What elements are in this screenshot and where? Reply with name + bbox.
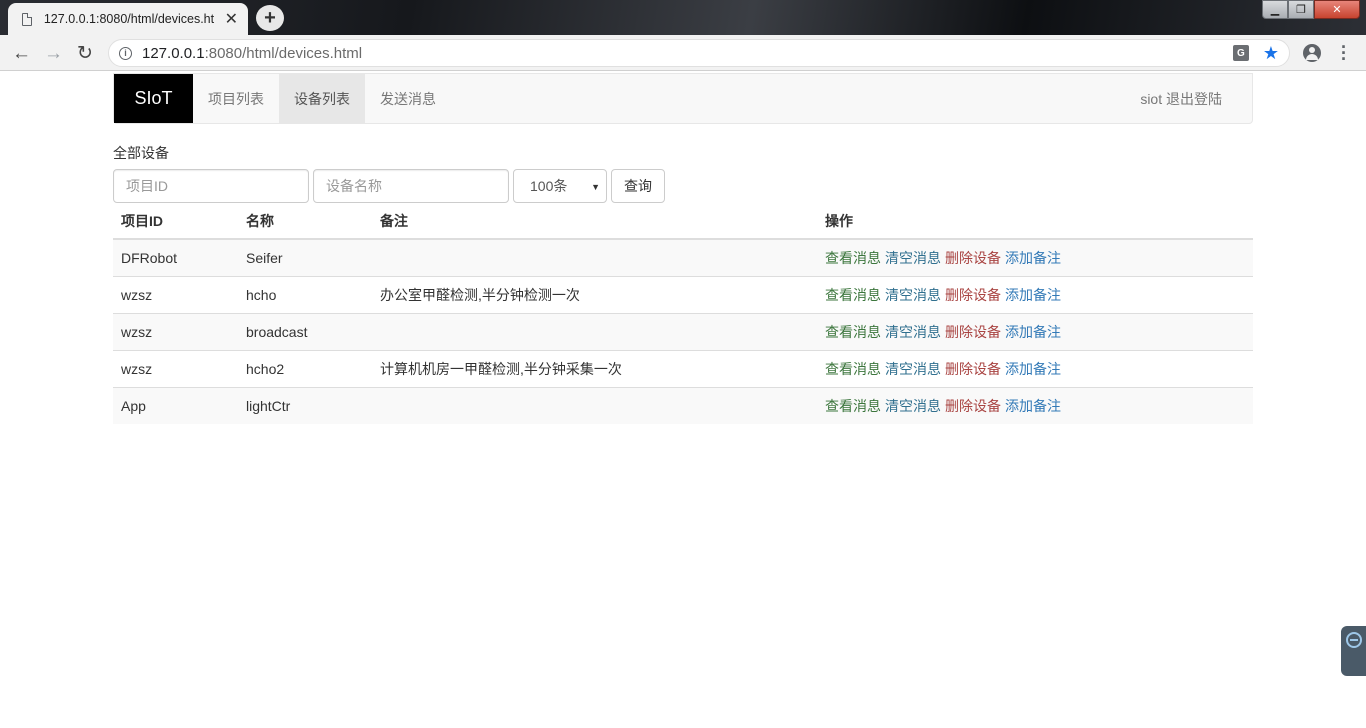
cell-actions: 查看消息 清空消息 删除设备 添加备注: [817, 386, 1253, 424]
add-note-link[interactable]: 添加备注: [1005, 361, 1061, 377]
reload-icon[interactable]: ↻: [77, 42, 93, 65]
limit-select-value: 100条: [530, 178, 568, 194]
cell-actions: 查看消息 清空消息 删除设备 添加备注: [817, 349, 1253, 387]
cell-note: [372, 238, 817, 276]
delete-device-link[interactable]: 删除设备: [945, 287, 1001, 303]
cell-note: 计算机机房一甲醛检测,半分钟采集一次: [372, 349, 817, 387]
nav-item-send-message[interactable]: 发送消息: [365, 74, 451, 123]
delete-device-link[interactable]: 删除设备: [945, 324, 1001, 340]
new-tab-button[interactable]: +: [256, 5, 284, 31]
cell-actions: 查看消息 清空消息 删除设备 添加备注: [817, 312, 1253, 350]
table-row: wzsz hcho2 计算机机房一甲醛检测,半分钟采集一次 查看消息 清空消息 删除设备添…: [113, 349, 1253, 387]
view-messages-link[interactable]: 查看消息: [825, 287, 881, 303]
dropdown-caret-icon: ▼: [591, 182, 600, 192]
url-path: :8080/html/devices.html: [204, 44, 363, 62]
url-host: 127.0.0.1: [142, 44, 205, 62]
cell-note: [372, 386, 817, 424]
clear-messages-link[interactable]: 清空消息: [885, 361, 941, 377]
cell-name: hcho: [238, 275, 372, 313]
profile-icon[interactable]: [1303, 44, 1321, 62]
remote-control-icon: [1346, 632, 1362, 648]
add-note-link[interactable]: 添加备注: [1005, 250, 1061, 266]
cell-actions: 查看消息 清空消息 删除设备 添加备注: [817, 238, 1253, 276]
cell-project-id: App: [113, 386, 238, 424]
translate-icon[interactable]: G: [1232, 45, 1249, 61]
header-name: 名称: [238, 203, 372, 240]
forward-arrow-icon[interactable]: →: [44, 43, 63, 65]
cell-note: 办公室甲醛检测,半分钟检测一次: [372, 275, 817, 313]
minimize-button[interactable]: ▁: [1262, 0, 1288, 19]
cell-actions: 查看消息 清空消息 删除设备 添加备注: [817, 275, 1253, 313]
page-icon: [22, 12, 32, 26]
window-controls: ▁ ❐ ✕: [1262, 0, 1360, 19]
query-button[interactable]: 查询: [611, 169, 665, 203]
info-icon[interactable]: i: [119, 46, 132, 60]
cell-name: Seifer: [238, 238, 372, 276]
view-messages-link[interactable]: 查看消息: [825, 398, 881, 414]
clear-messages-link[interactable]: 清空消息: [885, 250, 941, 266]
table-header-row: 项目ID 名称 备注 操作: [113, 203, 1253, 240]
address-bar-actions: G ★: [1232, 44, 1279, 62]
table-row: App lightCtr 查看消息 清空消息 删除设备 添加备注: [113, 386, 1253, 424]
table-row: DFRobot Seifer 查看消息 清空消息 删除设备 添加备注: [113, 238, 1253, 276]
add-note-link[interactable]: 添加备注: [1005, 324, 1061, 340]
header-project-id: 项目ID: [113, 203, 238, 240]
side-widget[interactable]: [1341, 626, 1366, 676]
delete-device-link[interactable]: 删除设备: [945, 250, 1001, 266]
cell-name: broadcast: [238, 312, 372, 350]
table-row: wzsz hcho 办公室甲醛检测,半分钟检测一次 查看消息 清空消息 删除设备 添加备注: [113, 275, 1253, 313]
table-row: wzsz broadcast 查看消息 清空消息 删除设备 添加备注: [113, 312, 1253, 350]
tab-close-icon[interactable]: ✕: [225, 9, 238, 29]
project-id-input[interactable]: [113, 169, 309, 203]
cell-note: [372, 312, 817, 350]
cell-name: hcho2: [238, 349, 372, 387]
back-arrow-icon[interactable]: ←: [12, 43, 31, 65]
cell-project-id: wzsz: [113, 349, 238, 387]
view-messages-link[interactable]: 查看消息: [825, 361, 881, 377]
address-bar[interactable]: i 127.0.0.1:8080/html/devices.html G ★: [108, 39, 1290, 67]
devices-table: 项目ID 名称 备注 操作 DFRobot Seifer 查看消息 清空消息 删除设备添…: [113, 203, 1253, 424]
header-note: 备注: [372, 203, 817, 240]
logout-link[interactable]: siot 退出登陆: [1140, 74, 1222, 123]
tab-title: 127.0.0.1:8080/html/devices.ht: [43, 12, 215, 26]
filter-form: 100条 ▼ 查询: [113, 169, 665, 203]
clear-messages-link[interactable]: 清空消息: [885, 287, 941, 303]
nav-item-devices[interactable]: 设备列表: [279, 74, 365, 123]
app-navbar: SIoT 项目列表 设备列表 发送消息 siot 退出登陆: [113, 73, 1253, 124]
clear-messages-link[interactable]: 清空消息: [885, 398, 941, 414]
close-window-button[interactable]: ✕: [1314, 0, 1360, 19]
bookmark-star-icon[interactable]: ★: [1263, 44, 1279, 62]
delete-device-link[interactable]: 删除设备: [945, 361, 1001, 377]
clear-messages-link[interactable]: 清空消息: [885, 324, 941, 340]
delete-device-link[interactable]: 删除设备: [945, 398, 1001, 414]
brand-logo[interactable]: SIoT: [114, 74, 193, 123]
add-note-link[interactable]: 添加备注: [1005, 287, 1061, 303]
cell-project-id: wzsz: [113, 312, 238, 350]
device-name-input[interactable]: [313, 169, 509, 203]
cell-project-id: DFRobot: [113, 238, 238, 276]
add-note-link[interactable]: 添加备注: [1005, 398, 1061, 414]
view-messages-link[interactable]: 查看消息: [825, 250, 881, 266]
nav-item-projects[interactable]: 项目列表: [193, 74, 279, 123]
limit-select[interactable]: 100条 ▼: [513, 169, 607, 203]
cell-name: lightCtr: [238, 386, 372, 424]
cell-project-id: wzsz: [113, 275, 238, 313]
view-messages-link[interactable]: 查看消息: [825, 324, 881, 340]
browser-tab[interactable]: 127.0.0.1:8080/html/devices.ht ✕: [8, 3, 248, 35]
browser-titlebar: 127.0.0.1:8080/html/devices.ht ✕ + ▁ ❐ ✕: [0, 0, 1366, 35]
menu-kebab-icon[interactable]: · · ·: [1338, 38, 1350, 68]
section-title: 全部设备: [113, 145, 169, 161]
maximize-button[interactable]: ❐: [1288, 0, 1314, 19]
header-actions: 操作: [817, 203, 1253, 240]
browser-toolbar: ← → ↻ i 127.0.0.1:8080/html/devices.html…: [0, 35, 1366, 71]
